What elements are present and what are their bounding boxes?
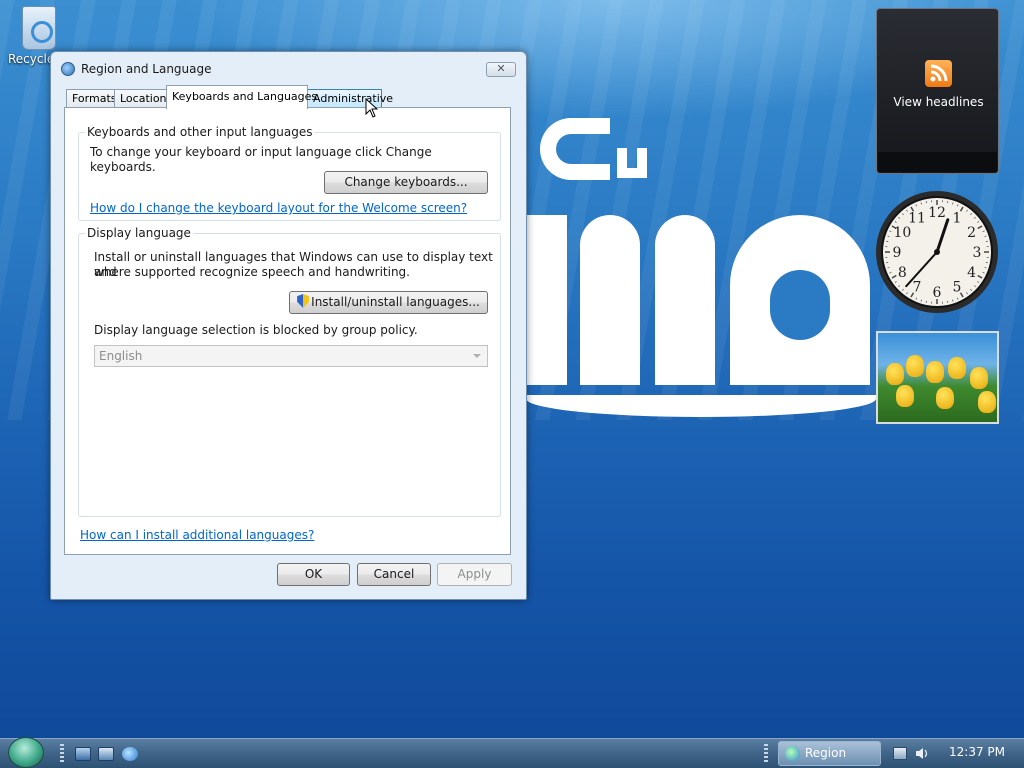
chevron-down-icon	[473, 354, 481, 358]
wallpaper-shape	[655, 215, 715, 385]
tulip-image	[886, 363, 904, 385]
clock-face: 12 12 3 45678 9 1011	[876, 191, 998, 313]
clock-number: 7	[913, 280, 922, 296]
close-button[interactable]: ✕	[486, 62, 516, 77]
show-desktop-icon[interactable]	[75, 747, 91, 761]
apply-button[interactable]: Apply	[437, 563, 512, 586]
clock-number: 1	[953, 210, 962, 226]
tulip-image	[936, 387, 954, 409]
ok-button[interactable]: OK	[277, 563, 350, 586]
welcome-screen-link[interactable]: How do I change the keyboard layout for …	[90, 201, 467, 215]
taskbar-clock[interactable]: 12:37 PM	[949, 745, 1005, 759]
taskbar-region-language-button[interactable]: Region and...	[778, 741, 881, 766]
tulip-image	[948, 357, 966, 379]
clock-number: 11	[908, 210, 926, 226]
clock-number: 4	[967, 265, 976, 281]
clock-number: 2	[967, 225, 976, 241]
tab-panel: Keyboards and other input languages To c…	[64, 107, 511, 555]
blocked-by-policy-text: Display language selection is blocked by…	[94, 323, 418, 337]
feed-headlines-gadget[interactable]: View headlines	[876, 8, 999, 174]
tab-location[interactable]: Location	[114, 89, 167, 109]
clock-number: 8	[898, 265, 907, 281]
tab-label: Keyboards and Languages	[172, 90, 318, 103]
taskbar-grip[interactable]	[764, 744, 768, 762]
globe-icon	[785, 746, 800, 761]
install-uninstall-languages-button[interactable]: Install/uninstall languages...	[289, 291, 488, 314]
display-language-select: English	[94, 345, 488, 367]
clock-gadget[interactable]: 12 1 2 3 4 5 6 7 8 9 10 11	[874, 189, 1000, 318]
start-button[interactable]	[8, 737, 44, 768]
recycle-bin-image	[22, 6, 56, 50]
uac-shield-icon	[297, 294, 310, 308]
wallpaper-shape	[540, 118, 610, 180]
internet-explorer-icon[interactable]	[122, 747, 138, 761]
change-keyboards-button[interactable]: Change keyboards...	[324, 171, 488, 194]
wallpaper-shape	[770, 270, 830, 340]
tulip-image	[970, 367, 988, 389]
clock-number: 10	[893, 225, 911, 241]
keyboards-group: Keyboards and other input languages To c…	[78, 125, 501, 221]
tab-keyboards-and-languages[interactable]: Keyboards and Languages	[166, 85, 317, 109]
dialog-title: Region and Language	[81, 62, 212, 76]
taskbar-button-label: Region and...	[805, 746, 847, 760]
additional-languages-link[interactable]: How can I install additional languages?	[80, 528, 314, 542]
tulip-image	[978, 391, 996, 413]
tab-formats[interactable]: Formats	[66, 89, 117, 109]
clock-number: 6	[933, 285, 942, 301]
display-description-line2: where supported recognize speech and han…	[94, 265, 410, 279]
display-language-group: Display language Install or uninstall la…	[78, 226, 501, 517]
network-icon[interactable]	[893, 747, 907, 760]
volume-icon[interactable]	[915, 747, 929, 760]
taskbar-grip[interactable]	[60, 744, 64, 762]
wallpaper-shape	[617, 148, 647, 178]
dialog-titlebar[interactable]: Region and Language ✕	[51, 52, 526, 86]
rss-icon	[925, 60, 952, 87]
tulip-image	[906, 355, 924, 377]
tulip-image	[926, 361, 944, 383]
install-button-label: Install/uninstall languages...	[311, 295, 480, 309]
switch-windows-icon[interactable]	[98, 747, 114, 761]
tab-label: Location	[120, 92, 167, 105]
tulip-image	[896, 385, 914, 407]
clock-number: 12	[928, 205, 946, 221]
clock-number: 9	[893, 245, 902, 261]
clock-number: 5	[953, 280, 962, 296]
view-headlines-label: View headlines	[893, 95, 984, 109]
slideshow-gadget[interactable]	[876, 331, 999, 424]
globe-icon	[61, 62, 75, 76]
cancel-button[interactable]: Cancel	[357, 563, 431, 586]
display-language-value: English	[99, 349, 143, 363]
keyboards-group-title: Keyboards and other input languages	[85, 125, 315, 139]
feed-gadget-footer	[878, 152, 997, 172]
wallpaper-shape	[527, 215, 567, 385]
tab-label: Formats	[72, 92, 117, 105]
tab-label: Administrative	[313, 92, 394, 105]
display-language-group-title: Display language	[85, 226, 193, 240]
clock-number: 3	[973, 245, 982, 261]
wallpaper-shape	[580, 215, 640, 385]
